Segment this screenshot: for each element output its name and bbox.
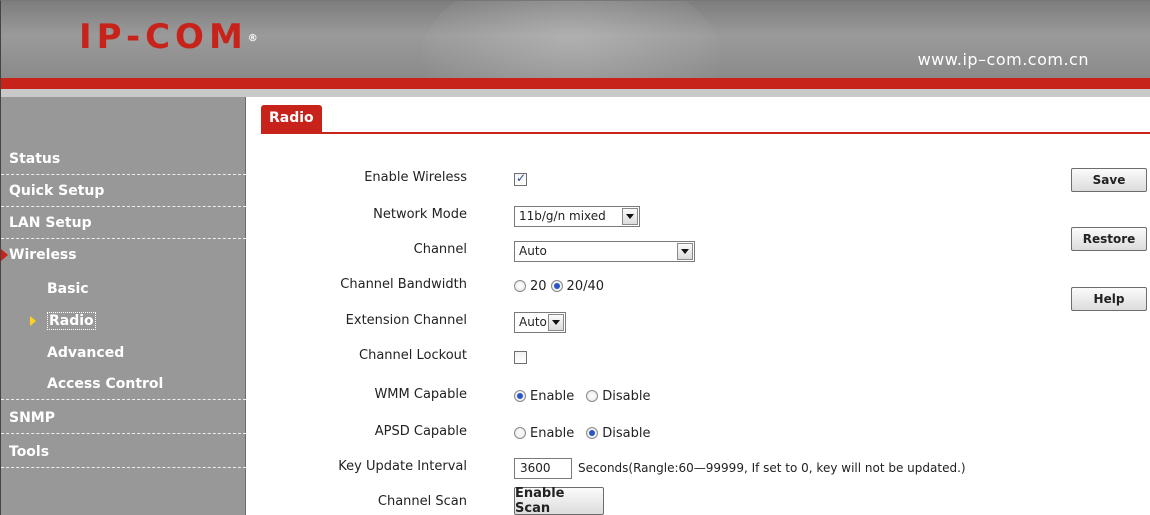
network-mode-label: Network Mode (373, 207, 467, 222)
enable-wireless-row: Enable Wireless (247, 166, 1047, 192)
apsd-disable-radio[interactable] (586, 427, 599, 439)
extension-channel-select[interactable]: Auto (514, 311, 566, 333)
channel-bandwidth-label: Channel Bandwidth (340, 277, 467, 292)
sidebar-item-label: Basic (47, 281, 89, 297)
sidebar-subitem-access-control[interactable]: Access Control (1, 368, 246, 400)
wmm-disable-label: Disable (602, 388, 651, 404)
extension-channel-value: Auto (519, 315, 547, 329)
wmm-capable-label: WMM Capable (374, 387, 467, 402)
channel-lockout-checkbox[interactable] (514, 350, 527, 364)
channel-lockout-label: Channel Lockout (359, 348, 467, 363)
active-section-arrow-icon (1, 249, 8, 261)
globe-graphic (421, 1, 721, 78)
sidebar-item-tools[interactable]: Tools (1, 436, 246, 468)
channel-row: Channel Auto (247, 238, 1047, 264)
chevron-down-icon (548, 313, 564, 331)
ip-com-logo: IP-COM® (79, 17, 258, 57)
sidebar-subitem-radio[interactable]: Radio (1, 305, 246, 337)
sidebar-item-label: Access Control (47, 376, 164, 392)
active-page-arrow-icon (30, 316, 36, 326)
apsd-capable-label: APSD Capable (374, 424, 467, 439)
sidebar-item-quick-setup[interactable]: Quick Setup (1, 175, 246, 207)
site-url: www.ip–com.com.cn (917, 50, 1089, 69)
wmm-enable-label: Enable (530, 388, 575, 404)
registered-mark: ® (247, 33, 258, 44)
sidebar-item-wireless[interactable]: Wireless (1, 239, 246, 271)
sidebar-item-lan-setup[interactable]: LAN Setup (1, 207, 246, 239)
extension-channel-row: Extension Channel Auto (247, 309, 1047, 335)
sidebar-item-label: Advanced (47, 345, 125, 361)
sidebar-item-label: Wireless (9, 247, 77, 263)
sidebar-item-label: Status (9, 151, 61, 167)
sidebar-item-status[interactable]: Status (1, 143, 246, 175)
channel-scan-row: Channel Scan Enable Scan (247, 486, 1047, 515)
help-button[interactable]: Help (1071, 287, 1147, 311)
key-update-interval-label: Key Update Interval (338, 459, 467, 474)
sidebar-subitem-advanced[interactable]: Advanced (1, 337, 246, 369)
sidebar-item-label: Radio (47, 312, 96, 330)
channel-bandwidth-row: Channel Bandwidth 20 20/40 (247, 273, 1047, 299)
wmm-disable-radio[interactable] (586, 390, 599, 402)
tab-radio[interactable]: Radio (261, 105, 322, 132)
restore-button[interactable]: Restore (1071, 227, 1147, 251)
apsd-capable-row: APSD Capable Enable Disable (247, 420, 1047, 446)
bandwidth-20-40-radio[interactable] (550, 280, 563, 292)
header-gray-band (1, 89, 1150, 97)
key-update-interval-input[interactable]: 3600 (514, 457, 572, 479)
channel-scan-label: Channel Scan (377, 494, 467, 509)
channel-value: Auto (519, 244, 547, 258)
key-update-interval-hint: Seconds(Rangle:60—99999, If set to 0, ke… (578, 461, 966, 475)
chevron-down-icon (622, 207, 638, 225)
apsd-enable-label: Enable (530, 425, 575, 441)
apsd-enable-radio[interactable] (514, 427, 526, 439)
chevron-down-icon (677, 242, 693, 260)
sidebar-subitem-basic[interactable]: Basic (1, 273, 246, 305)
enable-scan-button[interactable]: Enable Scan (514, 486, 604, 515)
header-red-bar (1, 78, 1150, 89)
header-banner: IP-COM® www.ip–com.com.cn (1, 1, 1150, 78)
extension-channel-label: Extension Channel (345, 313, 467, 328)
channel-select[interactable]: Auto (514, 240, 695, 262)
apsd-disable-label: Disable (602, 425, 651, 441)
enable-wireless-label: Enable Wireless (364, 170, 467, 185)
sidebar-item-snmp[interactable]: SNMP (1, 402, 246, 434)
channel-label: Channel (413, 242, 467, 257)
sidebar-item-label: Quick Setup (9, 183, 105, 199)
key-update-interval-row: Key Update Interval 3600 Seconds(Rangle:… (247, 455, 1047, 481)
bandwidth-20-40-label: 20/40 (566, 278, 605, 294)
logo-text: IP-COM (79, 17, 248, 57)
save-button[interactable]: Save (1071, 168, 1147, 192)
bandwidth-20-label: 20 (530, 278, 547, 294)
sidebar-item-label: LAN Setup (9, 215, 92, 231)
router-admin-page: IP-COM® www.ip–com.com.cn Status Quick S… (0, 0, 1150, 515)
sidebar: Status Quick Setup LAN Setup Wireless Ba… (1, 97, 246, 515)
wmm-enable-radio[interactable] (514, 390, 526, 402)
network-mode-select[interactable]: 11b/g/n mixed (514, 205, 640, 227)
network-mode-row: Network Mode 11b/g/n mixed (247, 203, 1047, 229)
network-mode-value: 11b/g/n mixed (519, 209, 606, 223)
bandwidth-20-radio[interactable] (514, 280, 526, 292)
channel-lockout-row: Channel Lockout (247, 344, 1047, 370)
enable-wireless-checkbox[interactable] (514, 171, 527, 186)
wmm-capable-row: WMM Capable Enable Disable (247, 383, 1047, 409)
sidebar-item-label: Tools (9, 444, 50, 460)
sidebar-item-label: SNMP (9, 410, 55, 426)
tab-underline (261, 132, 1150, 134)
